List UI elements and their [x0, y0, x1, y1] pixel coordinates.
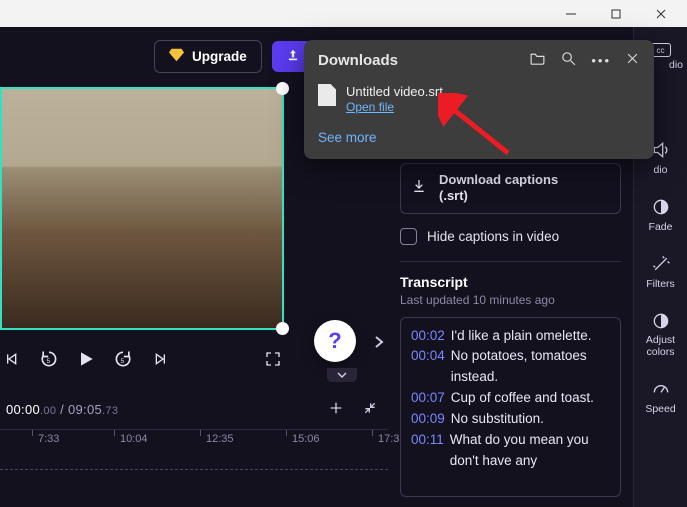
gauge-icon	[650, 378, 672, 400]
help-button[interactable]: ?	[314, 320, 356, 362]
download-captions-label-l1: Download captions	[439, 172, 558, 188]
rail-item-filters[interactable]: Filters	[634, 253, 687, 290]
total-time: 09:05	[68, 402, 102, 417]
diamond-icon	[169, 48, 184, 65]
skip-forward-button[interactable]	[150, 348, 172, 370]
contrast-icon	[650, 310, 672, 332]
expand-panel-button[interactable]	[374, 335, 384, 352]
hide-captions-checkbox[interactable]	[400, 228, 417, 245]
rewind-5-button[interactable]: 5	[38, 348, 60, 370]
rail-item-fade[interactable]: Fade	[634, 196, 687, 233]
upload-icon	[286, 48, 300, 65]
upgrade-label: Upgrade	[192, 49, 247, 64]
collapse-timeline-button[interactable]	[362, 400, 378, 419]
rail-item-speed[interactable]: Speed	[634, 378, 687, 415]
play-button[interactable]	[76, 348, 96, 370]
ruler-tick: 15:06	[292, 433, 320, 445]
download-filename: Untitled video.srt	[346, 84, 443, 99]
rail-label: Fade	[649, 221, 673, 233]
download-icon	[411, 178, 427, 198]
ruler-tick: 7:33	[38, 433, 59, 445]
transcript-line[interactable]: 00:09No substitution.	[411, 409, 610, 430]
transcript-line[interactable]: 00:02I'd like a plain omelette.	[411, 326, 610, 347]
ruler-tick: 10:04	[120, 433, 148, 445]
file-icon	[318, 84, 336, 106]
download-item[interactable]: Untitled video.srt Open file	[318, 84, 640, 114]
svg-text:5: 5	[47, 358, 51, 365]
open-file-link[interactable]: Open file	[346, 100, 394, 114]
timeline-ruler[interactable]: 7:33 10:04 12:35 15:06 17:3	[0, 429, 388, 449]
transcript-line[interactable]: 00:04No potatoes, tomatoes instead.	[411, 346, 610, 388]
rail-item-adjust-colors[interactable]: Adjust colors	[634, 310, 687, 358]
skip-back-button[interactable]	[0, 348, 22, 370]
open-folder-button[interactable]	[529, 50, 546, 70]
window-titlebar	[0, 0, 687, 27]
timeline-track-placeholder[interactable]	[0, 469, 388, 470]
download-captions-label-l2: (.srt)	[439, 188, 558, 204]
transcript-box[interactable]: 00:02I'd like a plain omelette. 00:04No …	[400, 317, 621, 497]
search-downloads-button[interactable]	[560, 50, 577, 70]
forward-5-button[interactable]: 5	[112, 348, 134, 370]
transcript-updated: Last updated 10 minutes ago	[400, 293, 621, 307]
current-frames: .00	[40, 405, 56, 417]
svg-text:5: 5	[121, 358, 125, 365]
see-more-link[interactable]: See more	[318, 130, 640, 145]
close-window-button[interactable]	[638, 0, 683, 27]
total-frames: .73	[102, 405, 118, 417]
fade-icon	[650, 196, 672, 218]
rail-label: dio	[653, 164, 667, 176]
wand-icon	[650, 253, 672, 275]
upgrade-button[interactable]: Upgrade	[154, 40, 262, 73]
rail-label: Filters	[646, 278, 675, 290]
current-time: 00:00	[6, 402, 40, 417]
hide-captions-label: Hide captions in video	[427, 229, 559, 244]
maximize-button[interactable]	[593, 0, 638, 27]
transcript-line[interactable]: 00:11What do you mean you don't have any	[411, 430, 610, 472]
player-controls: 5 5	[0, 348, 284, 370]
close-downloads-button[interactable]	[625, 51, 640, 69]
fullscreen-button[interactable]	[262, 348, 284, 370]
transcript-line[interactable]: 00:07Cup of coffee and toast.	[411, 388, 610, 409]
download-captions-button[interactable]: Download captions (.srt)	[400, 163, 621, 214]
rail-label: dio	[669, 59, 683, 71]
transcript-title: Transcript	[400, 274, 621, 290]
timecode: 00:00.00 / 09:05.73	[6, 402, 118, 417]
add-marker-button[interactable]	[328, 400, 344, 419]
collapse-handle[interactable]	[327, 368, 357, 382]
hide-captions-row[interactable]: Hide captions in video	[400, 228, 621, 245]
more-downloads-button[interactable]: •••	[591, 53, 611, 68]
downloads-popup: Downloads ••• Untitled video.srt Open fi…	[304, 40, 654, 159]
downloads-title: Downloads	[318, 52, 529, 69]
rail-label: Adjust colors	[634, 335, 687, 358]
video-preview[interactable]	[0, 87, 284, 330]
rail-label: Speed	[645, 403, 675, 415]
ruler-tick: 12:35	[206, 433, 234, 445]
minimize-button[interactable]	[548, 0, 593, 27]
